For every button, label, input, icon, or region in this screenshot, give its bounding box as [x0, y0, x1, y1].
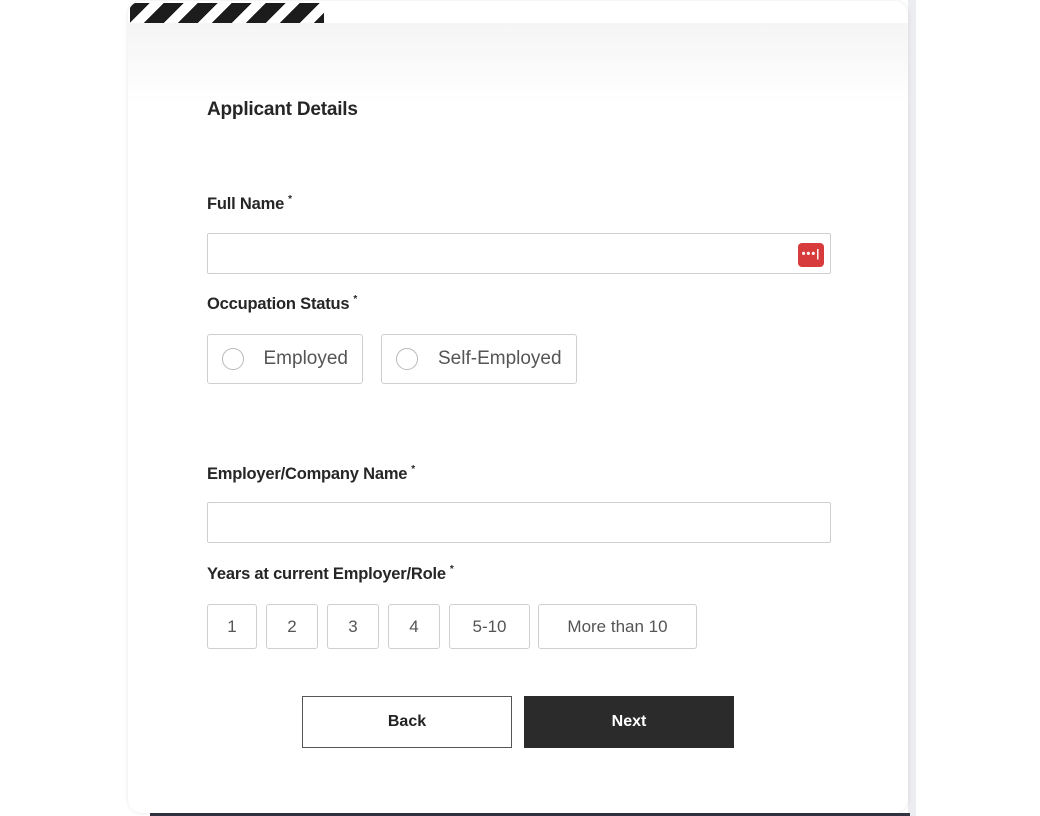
years-option-2[interactable]: 2: [266, 604, 318, 649]
scrollbar-track[interactable]: [908, 0, 916, 816]
years-at-employer-label: Years at current Employer/Role *: [207, 564, 454, 584]
full-name-input[interactable]: •••|: [207, 233, 831, 274]
progress-stripe-bar: [130, 3, 324, 23]
next-button[interactable]: Next: [524, 696, 734, 748]
radio-circle-icon: [396, 348, 418, 370]
years-option-5-10[interactable]: 5-10: [449, 604, 530, 649]
required-mark: *: [449, 564, 454, 575]
full-name-label: Full Name *: [207, 194, 292, 214]
radio-circle-icon: [222, 348, 244, 370]
password-manager-icon[interactable]: •••|: [798, 243, 824, 267]
years-option-more-than-10[interactable]: More than 10: [538, 604, 697, 649]
radio-self-employed[interactable]: Self-Employed: [381, 334, 577, 384]
employer-name-label: Employer/Company Name *: [207, 464, 415, 484]
radio-self-employed-label: Self-Employed: [438, 348, 562, 369]
occupation-status-label-text: Occupation Status: [207, 295, 350, 313]
full-name-label-text: Full Name: [207, 195, 285, 213]
years-option-1[interactable]: 1: [207, 604, 257, 649]
section-title: Applicant Details: [207, 99, 358, 120]
required-mark: *: [288, 194, 292, 205]
radio-employed[interactable]: Employed: [207, 334, 363, 384]
years-option-3[interactable]: 3: [327, 604, 379, 649]
back-button[interactable]: Back: [302, 696, 512, 748]
years-at-employer-label-text: Years at current Employer/Role: [207, 565, 446, 583]
radio-employed-label: Employed: [263, 348, 349, 369]
card-header-shade: [128, 23, 908, 103]
employer-name-label-text: Employer/Company Name: [207, 465, 408, 483]
employer-name-input[interactable]: [207, 502, 831, 543]
required-mark: *: [411, 464, 415, 475]
occupation-status-label: Occupation Status *: [207, 294, 357, 314]
required-mark: *: [353, 294, 358, 305]
years-option-4[interactable]: 4: [388, 604, 440, 649]
form-card: Applicant Details Full Name * •••| Occupa…: [128, 1, 908, 813]
